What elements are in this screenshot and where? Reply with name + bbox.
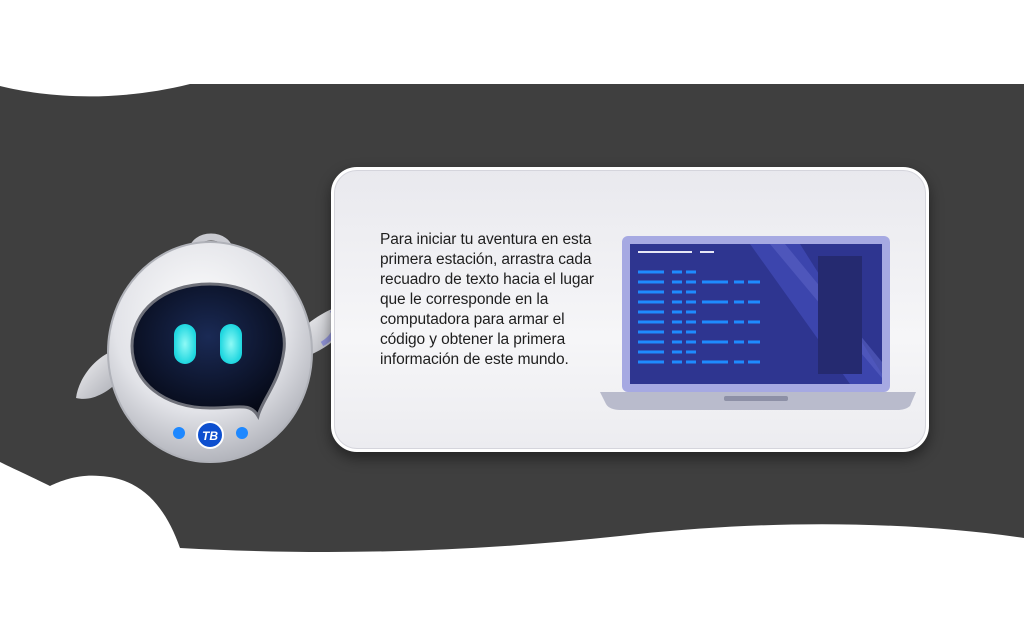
robot-mascot-icon: TB [76, 233, 351, 463]
robot-logo-text: TB [202, 429, 218, 443]
instruction-card: Para iniciar tu aventura en esta primera… [331, 167, 929, 452]
activity-scene: TB Para iniciar tu aventura en esta prim… [0, 0, 1024, 620]
laptop-icon [600, 236, 916, 410]
instruction-text: Para iniciar tu aventura en esta primera… [380, 231, 594, 368]
